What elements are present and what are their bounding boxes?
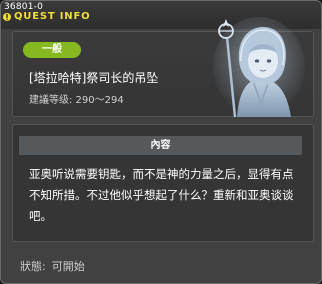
- recommended-level: 建議等级: 290〜294: [29, 95, 124, 106]
- status-value: 可開始: [51, 260, 85, 273]
- category-badge: 一般: [23, 42, 81, 58]
- quest-description: 亚奥听说需要钥匙，而不是神的力量之后，显得有点不知所措。不过他似乎想起了什么？重…: [29, 167, 294, 223]
- quest-info-window: 36801-0 QUEST INFO 一般 [塔拉哈特]祭司长的吊坠 建議等级:…: [0, 0, 322, 284]
- quest-info-icon: [3, 13, 11, 21]
- priest-portrait: [213, 17, 305, 117]
- content-section-header: 內容: [19, 136, 302, 155]
- quest-status: 狀態: 可開始: [20, 258, 85, 274]
- quest-name: [塔拉哈特]祭司长的吊坠: [29, 71, 159, 85]
- window-title: QUEST INFO: [14, 11, 91, 22]
- status-label: 狀態:: [20, 260, 46, 273]
